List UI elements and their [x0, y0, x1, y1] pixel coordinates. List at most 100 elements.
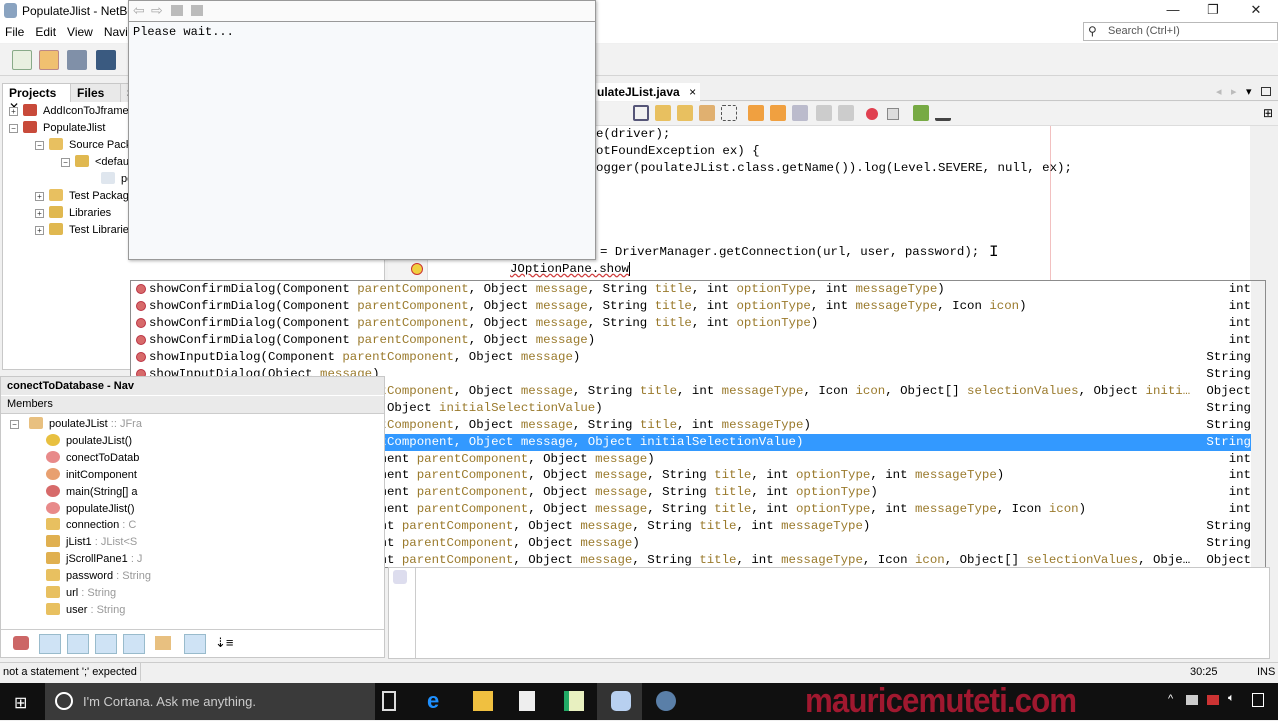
shift-right-icon[interactable] — [838, 105, 854, 121]
navigator-member[interactable]: poulateJList() — [46, 433, 132, 451]
navigator-member[interactable]: user : String — [46, 602, 125, 620]
param-name: message — [595, 468, 648, 483]
file-explorer-icon[interactable] — [473, 691, 493, 711]
minimize-button[interactable]: — — [1158, 2, 1188, 18]
method-name: showInputDialog( — [149, 349, 268, 364]
completion-item[interactable]: showConfirmDialog(Component parentCompon… — [131, 298, 1251, 315]
battery-icon[interactable] — [1207, 695, 1219, 705]
navigator-member[interactable]: url : String — [46, 586, 116, 603]
close-tab-icon[interactable]: × — [689, 85, 696, 99]
navigator-member[interactable]: jList1 : JList<S — [46, 535, 137, 552]
close-button[interactable]: ✕ — [1241, 2, 1271, 18]
uncomment-icon[interactable] — [935, 105, 951, 121]
rect-select-icon[interactable] — [721, 105, 737, 121]
edge-icon[interactable]: e — [427, 688, 447, 713]
navigator-member[interactable]: password : String — [46, 569, 151, 586]
navigator-member[interactable]: jScrollPane1 : J — [46, 552, 142, 569]
navigator-member[interactable]: main(String[] a — [46, 484, 138, 502]
expand-icon[interactable]: + — [35, 192, 44, 201]
collapse-icon[interactable]: − — [35, 141, 44, 150]
navigator-member[interactable]: conectToDatab — [46, 450, 139, 468]
scroll-tabs-right-icon[interactable]: ▸ — [1231, 85, 1237, 98]
expand-icon[interactable]: + — [35, 209, 44, 218]
show-fields-icon[interactable] — [39, 634, 61, 654]
navigator-member[interactable]: populateJlist() — [46, 501, 134, 519]
navigator-member[interactable]: initComponent — [46, 467, 137, 485]
new-file-icon[interactable] — [12, 50, 32, 70]
tab-list-dropdown-icon[interactable]: ▾ — [1246, 85, 1252, 98]
show-inherited-icon[interactable] — [13, 636, 29, 650]
find-previous-icon[interactable] — [655, 105, 671, 121]
postgres-icon[interactable] — [656, 691, 676, 711]
comment-icon[interactable] — [913, 105, 929, 121]
record-macro-icon[interactable] — [866, 108, 878, 120]
menu-file[interactable]: File — [0, 21, 30, 39]
network-icon[interactable] — [1186, 695, 1198, 705]
scroll-tabs-left-icon[interactable]: ◂ — [1216, 85, 1222, 98]
project-tree-item[interactable]: − PopulateJlist — [9, 121, 105, 138]
shift-left-icon[interactable] — [816, 105, 832, 121]
find-next-icon[interactable] — [677, 105, 693, 121]
collapse-icon[interactable]: − — [10, 420, 19, 429]
search-input[interactable]: Search (Ctrl+I) ⚲ — [1083, 22, 1278, 41]
toggle-highlight-icon[interactable] — [699, 105, 715, 121]
camtasia-icon[interactable] — [564, 691, 584, 711]
project-tree-item[interactable]: + Test Packages — [35, 189, 141, 206]
project-tree-item[interactable]: + AddIconToJframeE — [9, 104, 136, 121]
back-icon[interactable]: ⇦ — [133, 2, 145, 19]
store-icon[interactable] — [519, 691, 535, 711]
show-private-icon[interactable] — [95, 634, 117, 654]
member-name: connection — [66, 519, 120, 532]
split-editor-icon[interactable]: ⊞ — [1263, 106, 1273, 120]
expand-icon[interactable]: + — [35, 226, 44, 235]
completion-scrollbar[interactable] — [1251, 281, 1265, 567]
show-inner-classes-icon[interactable] — [123, 634, 145, 654]
return-type: int — [1228, 282, 1251, 296]
notifications-icon[interactable] — [1252, 693, 1264, 707]
show-hidden-icons[interactable]: ^ — [1168, 693, 1173, 705]
menu-edit[interactable]: Edit — [30, 21, 62, 39]
completion-item[interactable]: showConfirmDialog(Component parentCompon… — [131, 281, 1251, 298]
tab-projects[interactable]: Projects ✕ — [3, 84, 71, 114]
param-type: Object — [483, 315, 536, 330]
sort-by-name-icon[interactable] — [184, 634, 206, 654]
navigator-member[interactable]: connection : C — [46, 518, 136, 535]
maximize-editor-icon[interactable] — [1261, 87, 1271, 96]
error-hint-bulb-icon[interactable] — [411, 263, 423, 275]
task-view-icon[interactable] — [382, 691, 396, 711]
history-icon[interactable] — [171, 5, 183, 16]
fqn-icon[interactable] — [155, 636, 171, 650]
expand-icon[interactable]: + — [9, 107, 18, 116]
toggle-bookmark-icon[interactable] — [792, 105, 808, 121]
tab-files[interactable]: Files — [71, 84, 121, 102]
editor-scrollbar[interactable] — [1250, 126, 1265, 281]
collapse-icon[interactable]: − — [9, 124, 18, 133]
members-dropdown[interactable]: Members — [1, 396, 384, 414]
project-tree-item[interactable]: + Test Libraries — [35, 223, 134, 240]
completion-item[interactable]: showConfirmDialog(Component parentCompon… — [131, 315, 1251, 332]
navigator-member[interactable]: − poulateJList :: JFra — [10, 417, 142, 434]
previous-bookmark-icon[interactable] — [748, 105, 764, 121]
collapse-icon[interactable]: − — [61, 158, 70, 167]
next-bookmark-icon[interactable] — [770, 105, 786, 121]
completion-item[interactable]: showConfirmDialog(Component parentCompon… — [131, 332, 1251, 349]
menu-view[interactable]: View — [62, 21, 99, 39]
open-project-icon[interactable] — [67, 50, 87, 70]
project-tree-item[interactable]: + Libraries — [35, 206, 111, 223]
find-icon[interactable] — [633, 105, 649, 121]
code-line-current[interactable]: JOptionPane.show — [510, 262, 630, 276]
restore-button[interactable]: ❐ — [1198, 2, 1228, 18]
print-icon[interactable] — [191, 5, 203, 16]
param-name: parentComponent — [416, 451, 529, 466]
forward-icon[interactable]: ⇨ — [151, 2, 163, 19]
volume-icon[interactable]: 🔈︎ — [1228, 692, 1235, 705]
show-static-icon[interactable] — [67, 634, 89, 654]
completion-item[interactable]: showInputDialog(Component parentComponen… — [131, 349, 1251, 366]
windows-start-icon[interactable]: ⊞ — [14, 693, 27, 713]
tab-populatejlist-java[interactable]: ulateJList.java × — [593, 83, 701, 101]
cortana-search[interactable]: I'm Cortana. Ask me anything. — [45, 683, 375, 720]
new-project-icon[interactable] — [39, 50, 59, 70]
stop-macro-icon[interactable] — [887, 108, 899, 120]
sort-by-source-icon[interactable]: ⇣≡ — [215, 635, 233, 651]
save-all-icon[interactable] — [96, 50, 116, 70]
